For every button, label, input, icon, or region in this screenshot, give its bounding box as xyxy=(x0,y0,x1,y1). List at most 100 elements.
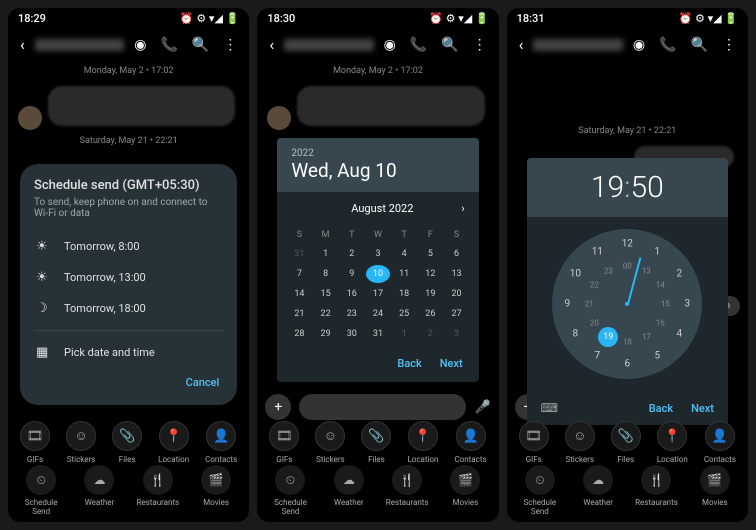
day-18[interactable]: 18 xyxy=(392,285,416,303)
rcs-icon[interactable]: ◉ xyxy=(384,37,396,53)
strip-location[interactable]: 📍Location xyxy=(657,421,688,464)
day-28[interactable]: 28 xyxy=(287,325,311,343)
day-7[interactable]: 7 xyxy=(287,265,311,283)
day-27[interactable]: 27 xyxy=(444,305,468,323)
day-26[interactable]: 26 xyxy=(418,305,442,323)
day-14[interactable]: 14 xyxy=(287,285,311,303)
strip-files[interactable]: 📎Files xyxy=(361,421,391,464)
more-icon[interactable]: ⋮ xyxy=(722,37,736,53)
strip-gifs[interactable]: 🎞GIFs xyxy=(269,421,299,464)
contact-name[interactable] xyxy=(284,39,373,51)
strip-location[interactable]: 📍Location xyxy=(407,421,438,464)
day-29[interactable]: 29 xyxy=(314,325,338,343)
strip-contacts[interactable]: 👤Contacts xyxy=(454,421,486,464)
day-9[interactable]: 9 xyxy=(340,265,364,283)
message-bubble[interactable] xyxy=(48,86,235,126)
option-morning[interactable]: ☀Tomorrow, 8:00 xyxy=(34,231,223,262)
option-pick-datetime[interactable]: ▦Pick date and time xyxy=(34,337,223,368)
day-5[interactable]: 5 xyxy=(418,245,442,263)
rcs-icon[interactable]: ◉ xyxy=(633,37,645,53)
message-bubble[interactable] xyxy=(297,86,484,126)
selected-time: 19:50 xyxy=(527,158,728,217)
action-schedule-send[interactable]: ⏲Schedule Send xyxy=(518,465,562,516)
clock-face[interactable]: 121234567891011001314151617181920212223 xyxy=(552,229,702,379)
day-11[interactable]: 11 xyxy=(392,265,416,283)
day-6[interactable]: 6 xyxy=(444,245,468,263)
day-19[interactable]: 19 xyxy=(418,285,442,303)
day-17[interactable]: 17 xyxy=(366,285,390,303)
next-button[interactable]: Next xyxy=(691,402,714,415)
more-icon[interactable]: ⋮ xyxy=(473,37,487,53)
strip-gifs[interactable]: 🎞GIFs xyxy=(519,421,549,464)
call-icon[interactable]: 📞 xyxy=(160,37,177,53)
strip-contacts[interactable]: 👤Contacts xyxy=(205,421,237,464)
back-icon[interactable]: ‹ xyxy=(519,35,524,54)
strip-location[interactable]: 📍Location xyxy=(158,421,189,464)
search-icon[interactable]: 🔍 xyxy=(441,37,458,53)
day-23[interactable]: 23 xyxy=(340,305,364,323)
selected-year[interactable]: 2022 xyxy=(291,148,464,159)
strip-stickers[interactable]: ☺Stickers xyxy=(315,421,345,464)
strip-contacts[interactable]: 👤Contacts xyxy=(704,421,736,464)
back-button[interactable]: Back xyxy=(649,402,673,415)
day-15[interactable]: 15 xyxy=(314,285,338,303)
more-icon[interactable]: ⋮ xyxy=(223,37,237,53)
attach-button[interactable]: + xyxy=(265,394,291,420)
option-evening[interactable]: ☽Tomorrow, 18:00 xyxy=(34,293,223,324)
search-icon[interactable]: 🔍 xyxy=(192,37,209,53)
action-restaurants[interactable]: 🍴Restaurants xyxy=(136,465,180,516)
day-30[interactable]: 30 xyxy=(340,325,364,343)
avatar[interactable] xyxy=(18,106,42,130)
day-1[interactable]: 1 xyxy=(314,245,338,263)
hour[interactable]: 19 xyxy=(591,170,624,205)
action-weather[interactable]: ☁Weather xyxy=(327,465,371,516)
strip-files[interactable]: 📎Files xyxy=(611,421,641,464)
action-schedule-send[interactable]: ⏲Schedule Send xyxy=(19,465,63,516)
action-weather[interactable]: ☁Weather xyxy=(77,465,121,516)
strip-files[interactable]: 📎Files xyxy=(112,421,142,464)
day-31[interactable]: 31 xyxy=(366,325,390,343)
back-button[interactable]: Back xyxy=(397,357,421,370)
day-25[interactable]: 25 xyxy=(392,305,416,323)
call-icon[interactable]: 📞 xyxy=(410,37,427,53)
day-21[interactable]: 21 xyxy=(287,305,311,323)
cancel-button[interactable]: Cancel xyxy=(34,368,223,391)
option-afternoon[interactable]: ☀Tomorrow, 13:00 xyxy=(34,262,223,293)
action-restaurants[interactable]: 🍴Restaurants xyxy=(385,465,429,516)
day-20[interactable]: 20 xyxy=(444,285,468,303)
rcs-icon[interactable]: ◉ xyxy=(134,37,146,53)
day-13[interactable]: 13 xyxy=(444,265,468,283)
search-icon[interactable]: 🔍 xyxy=(691,37,708,53)
next-month-icon[interactable]: › xyxy=(461,202,464,215)
next-button[interactable]: Next xyxy=(440,357,463,370)
day-22[interactable]: 22 xyxy=(314,305,338,323)
day-12[interactable]: 12 xyxy=(418,265,442,283)
action-movies[interactable]: 🎬Movies xyxy=(693,465,737,516)
action-movies[interactable]: 🎬Movies xyxy=(194,465,238,516)
strip-gifs[interactable]: 🎞GIFs xyxy=(20,421,50,464)
strip-stickers[interactable]: ☺Stickers xyxy=(66,421,96,464)
day-4[interactable]: 4 xyxy=(392,245,416,263)
action-weather[interactable]: ☁Weather xyxy=(576,465,620,516)
action-movies[interactable]: 🎬Movies xyxy=(443,465,487,516)
contact-name[interactable] xyxy=(533,39,622,51)
minute[interactable]: 50 xyxy=(630,170,663,205)
current-month[interactable]: August 2022 xyxy=(351,202,413,215)
strip-stickers[interactable]: ☺Stickers xyxy=(565,421,595,464)
day-10[interactable]: 10 xyxy=(366,265,390,283)
mic-icon[interactable]: 🎤 xyxy=(474,400,490,415)
day-8[interactable]: 8 xyxy=(314,265,338,283)
day-16[interactable]: 16 xyxy=(340,285,364,303)
day-24[interactable]: 24 xyxy=(366,305,390,323)
avatar[interactable] xyxy=(267,106,291,130)
back-icon[interactable]: ‹ xyxy=(269,35,274,54)
message-input[interactable] xyxy=(299,394,466,420)
action-restaurants[interactable]: 🍴Restaurants xyxy=(634,465,678,516)
contact-name[interactable] xyxy=(35,39,124,51)
call-icon[interactable]: 📞 xyxy=(659,37,676,53)
day-2[interactable]: 2 xyxy=(340,245,364,263)
action-schedule-send[interactable]: ⏲Schedule Send xyxy=(268,465,312,516)
back-icon[interactable]: ‹ xyxy=(20,35,25,54)
day-3[interactable]: 3 xyxy=(366,245,390,263)
keyboard-icon[interactable]: ⌨ xyxy=(541,401,558,415)
